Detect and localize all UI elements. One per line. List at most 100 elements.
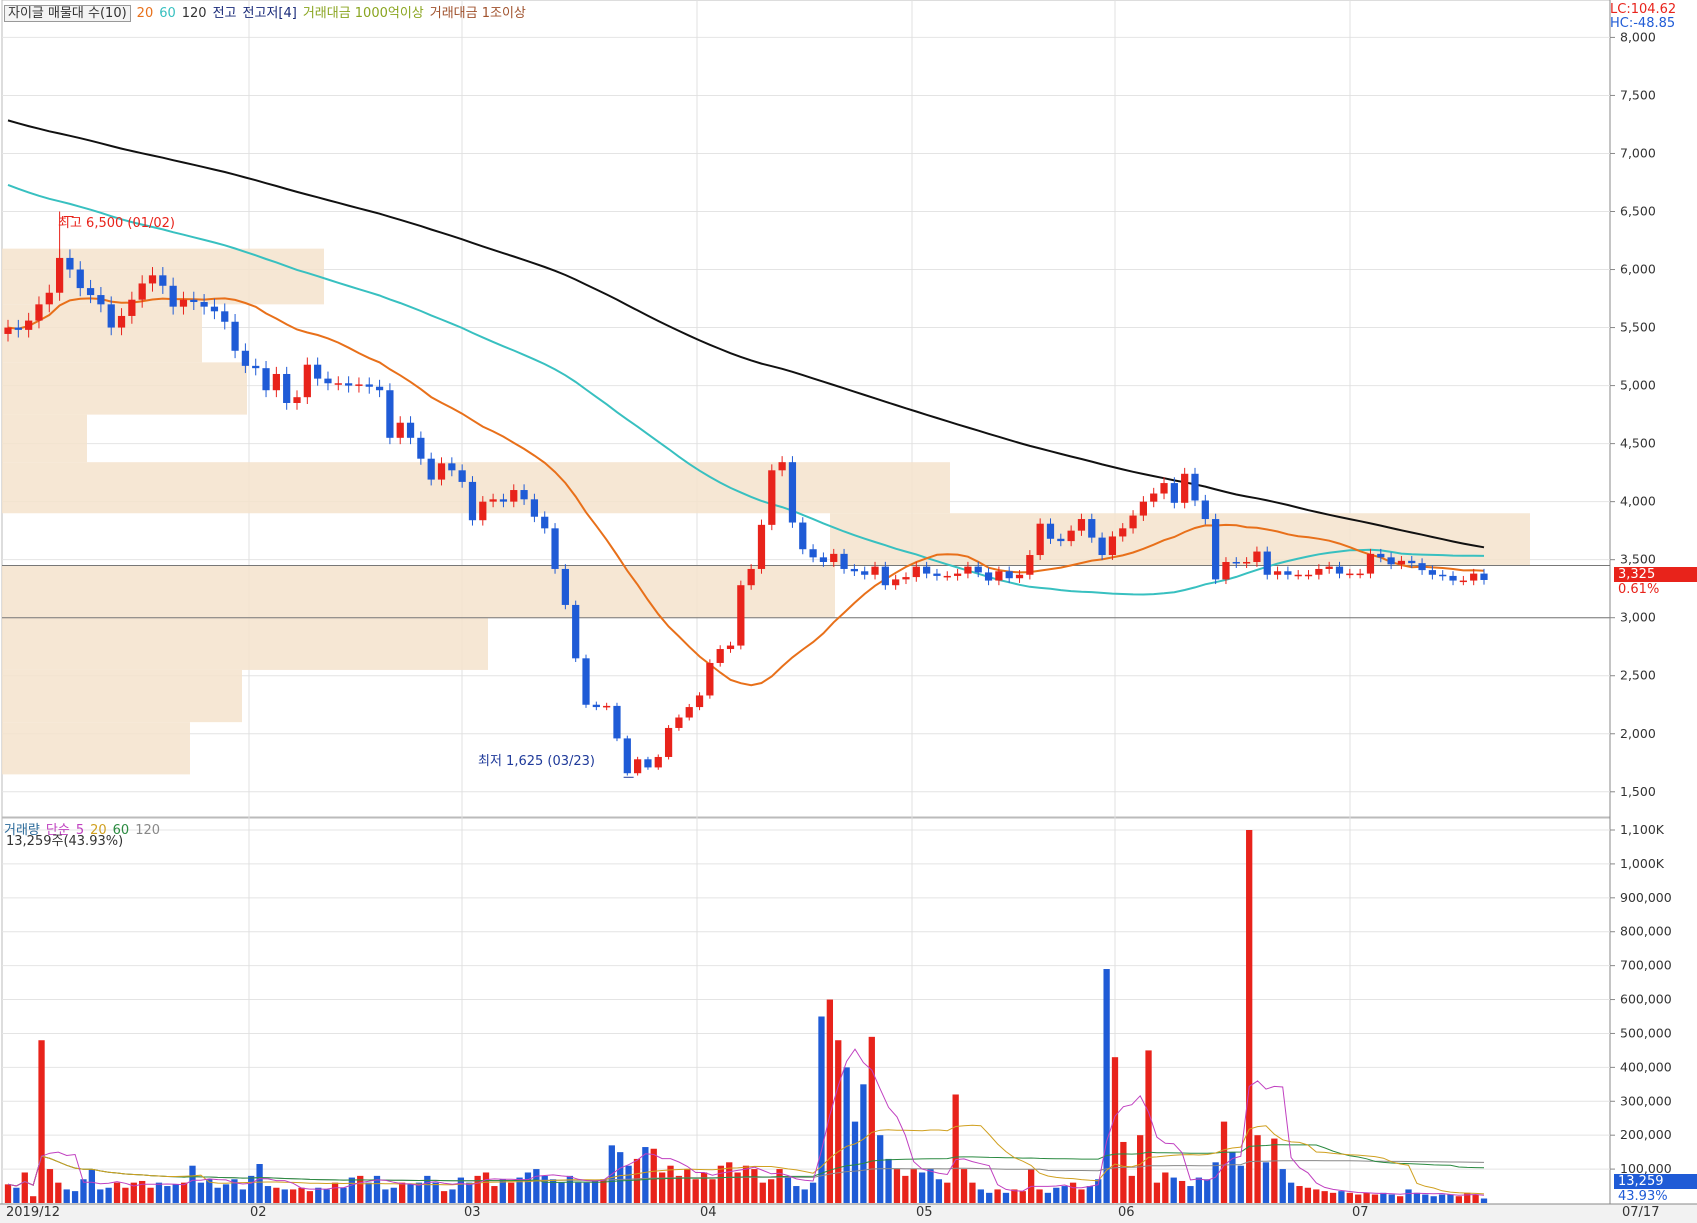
volume-bar: [1296, 1186, 1303, 1203]
volume-bar: [264, 1186, 272, 1203]
legend-ma60[interactable]: 60: [159, 6, 176, 21]
volume-bar: [1380, 1192, 1387, 1203]
volume-tick-label: 600,000: [1620, 992, 1672, 1007]
volume-bar: [633, 1158, 641, 1203]
volume-bar: [239, 1189, 246, 1203]
volume-profile-box: [830, 513, 1530, 566]
candle-body: [1088, 519, 1096, 538]
volume-bar: [893, 1169, 901, 1203]
candle-body: [1129, 515, 1137, 529]
candle-body: [541, 516, 549, 529]
candle-body: [1470, 573, 1478, 581]
volume-profile-box: [2, 414, 87, 463]
candle-body: [1170, 483, 1178, 503]
candle-body: [1263, 551, 1271, 575]
candle-body: [1067, 530, 1075, 542]
volume-bar: [617, 1152, 624, 1203]
candle-body: [1304, 574, 1313, 577]
candle-body: [1150, 493, 1158, 502]
candle-body: [1439, 574, 1447, 577]
volume-bar: [164, 1186, 171, 1203]
legend-title[interactable]: 자이글 매물대 수(10): [4, 5, 131, 22]
volume-bar: [21, 1172, 28, 1203]
candle-body: [984, 572, 993, 581]
volume-bar: [1447, 1194, 1454, 1203]
candle-body: [1201, 500, 1209, 520]
volume-bar: [457, 1177, 465, 1203]
candle-body: [1181, 473, 1189, 503]
volume-bar: [902, 1175, 909, 1203]
last-price-badge: 3,325: [1614, 567, 1697, 582]
volume-bar: [1371, 1194, 1379, 1203]
price-tick-label: 5,000: [1620, 378, 1656, 393]
volume-bar: [793, 1186, 800, 1203]
candle-body: [1459, 580, 1467, 583]
volume-bar: [1120, 1141, 1127, 1203]
candle-body: [1098, 537, 1106, 556]
volume-bar: [4, 1184, 12, 1203]
candle-body: [97, 295, 105, 305]
legend-amount2[interactable]: 거래대금 1조이상: [430, 6, 526, 21]
candle-body: [923, 566, 931, 574]
volume-bar: [801, 1189, 808, 1203]
volume-bar: [1086, 1186, 1093, 1203]
volume-last-pct: 43.93%: [1618, 1189, 1668, 1204]
candle-body: [417, 437, 425, 459]
candle-body: [685, 707, 693, 718]
volume-bar: [449, 1189, 456, 1203]
volume-bar: [331, 1182, 339, 1203]
max-annotation: 최고 6,500 (01/02): [58, 216, 176, 231]
volume-bar: [986, 1192, 993, 1203]
candle-body: [613, 705, 621, 739]
candle-body: [272, 373, 280, 391]
volume-bar: [1363, 1192, 1370, 1203]
candle-body: [943, 575, 951, 578]
volume-bar: [1204, 1179, 1211, 1203]
volume-bar: [952, 1094, 959, 1203]
volume-bar: [591, 1180, 599, 1203]
volume-bar: [1153, 1182, 1161, 1203]
candle-body: [520, 490, 528, 500]
candle-body: [345, 383, 353, 386]
volume-bar: [256, 1164, 263, 1203]
candle-body: [221, 311, 229, 322]
candle-body: [107, 304, 115, 328]
candle-body: [1284, 571, 1292, 575]
candle-body: [706, 662, 714, 696]
volume-bar: [1178, 1180, 1186, 1203]
candle-body: [1232, 561, 1240, 564]
price-tick-label: 3,500: [1620, 552, 1656, 567]
volume-bar: [1338, 1191, 1345, 1203]
volume-bar: [88, 1169, 96, 1203]
volume-tick-label: 200,000: [1620, 1127, 1672, 1142]
volume-bar: [684, 1169, 691, 1203]
candle-body: [582, 658, 590, 705]
volume-bar: [625, 1165, 632, 1203]
legend-ma120[interactable]: 120: [182, 6, 207, 21]
volume-bar: [742, 1165, 750, 1203]
candle-body: [4, 327, 12, 334]
legend-amount1[interactable]: 거래대금 1000억이상: [303, 6, 424, 21]
price-tick-label: 7,000: [1620, 145, 1656, 160]
x-label-5: 06: [1118, 1205, 1135, 1220]
candle-body: [169, 285, 177, 307]
volume-bar: [1438, 1194, 1446, 1203]
candle-body: [592, 704, 600, 708]
candle-body: [561, 568, 569, 605]
candle-body: [1077, 519, 1086, 531]
candle-body: [406, 422, 415, 438]
candle-body: [964, 566, 972, 574]
volume-bar: [1313, 1189, 1320, 1203]
candle-body: [117, 315, 126, 328]
volume-bar: [323, 1189, 330, 1203]
legend-high-item[interactable]: 전고저[4]: [243, 6, 297, 21]
volume-tick-label: 400,000: [1620, 1059, 1672, 1074]
volume-profile-box: [2, 565, 835, 618]
volume-bar: [1329, 1192, 1337, 1203]
volume-bar: [407, 1184, 414, 1203]
volume-bar: [180, 1182, 188, 1203]
volume-bar: [1279, 1169, 1286, 1203]
legend-ma20[interactable]: 20: [137, 6, 154, 21]
volume-legend-p4[interactable]: 120: [135, 823, 160, 838]
legend-high-label[interactable]: 전고: [213, 6, 237, 21]
